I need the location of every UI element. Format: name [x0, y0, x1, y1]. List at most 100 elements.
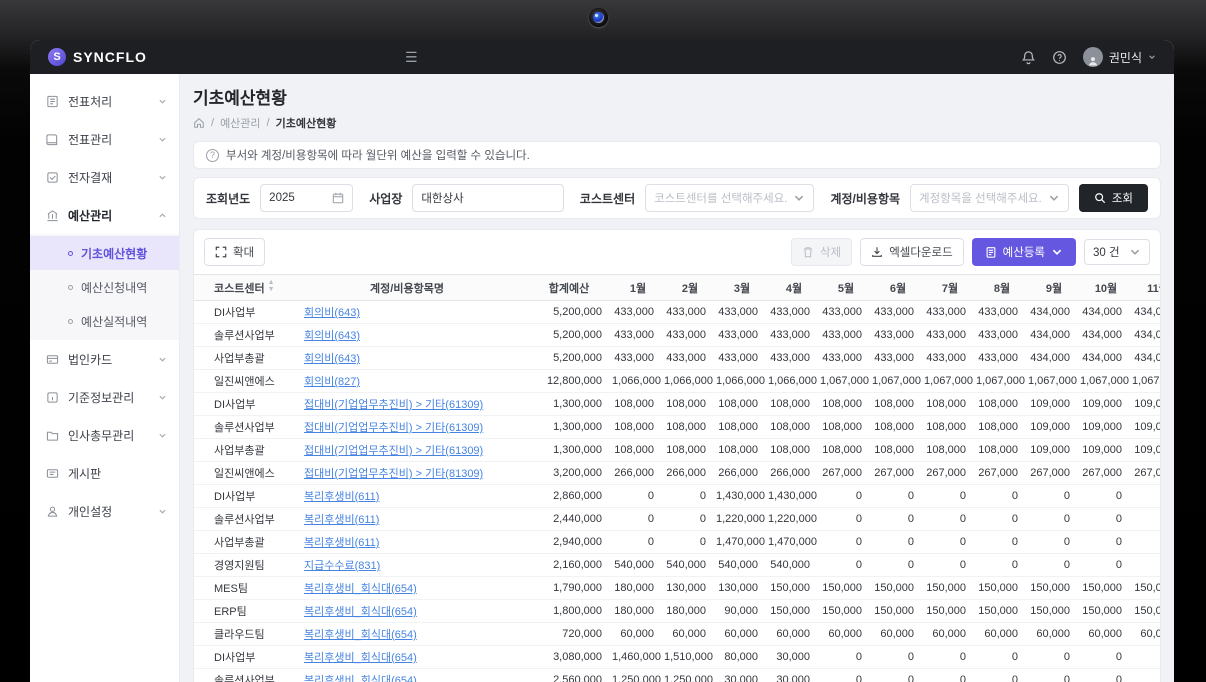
month-budget-cell: 434,000 — [1132, 346, 1160, 370]
search-button[interactable]: 조회 — [1078, 184, 1148, 212]
checkbox-cell — [194, 461, 202, 485]
account-link[interactable]: 복리후생비_회식대(654) — [304, 675, 417, 682]
breadcrumb-item[interactable]: 예산관리 — [220, 115, 260, 131]
month-budget-cell: 0 — [872, 507, 924, 531]
month-budget-cell: 108,000 — [768, 438, 820, 462]
expand-icon — [215, 246, 227, 258]
month-budget-cell: 1,067,000 — [1080, 369, 1132, 393]
account-link[interactable]: 지급수수료(831) — [304, 560, 380, 572]
month-budget-cell: 0 — [820, 484, 872, 508]
total-budget-cell: 5,200,000 — [526, 300, 612, 324]
sidebar-item-board[interactable]: 게시판 — [30, 454, 179, 492]
account-link[interactable]: 회의비(643) — [304, 307, 360, 319]
sidebar-item-budget-manage[interactable]: 예산관리 — [30, 196, 179, 234]
month-budget-cell: 150,000 — [924, 576, 976, 600]
info-banner: ? 부서와 계정/비용항목에 따라 월단위 예산을 입력할 수 있습니다. — [193, 141, 1161, 169]
sort-icon[interactable]: ▲ ▼ — [268, 279, 275, 293]
account-link[interactable]: 회의비(643) — [304, 353, 360, 365]
sidebar-item-personal-settings[interactable]: 개인설정 — [30, 492, 179, 530]
site-input[interactable]: 대한상사 — [412, 184, 564, 212]
month-budget-cell: 1,066,000 — [664, 369, 716, 393]
month-budget-cell: 0 — [924, 507, 976, 531]
sidebar-item-slip-manage[interactable]: 전표관리 — [30, 120, 179, 158]
excel-download-button[interactable]: 엑셀다운로드 — [860, 238, 964, 266]
account-link[interactable]: 복리후생비_회식대(654) — [304, 583, 417, 595]
account-link[interactable]: 복리후생비(611) — [304, 537, 379, 549]
month-budget-cell: 433,000 — [612, 323, 664, 347]
account-link[interactable]: 회의비(643) — [304, 330, 360, 342]
delete-button[interactable]: 삭제 — [791, 238, 853, 266]
month-budget-cell: 108,000 — [872, 438, 924, 462]
year-input[interactable]: 2025 — [260, 184, 354, 212]
month-budget-cell: 109,000 — [1132, 415, 1160, 439]
bullet-icon — [68, 318, 73, 324]
month-budget-cell: 109,000 — [1080, 392, 1132, 416]
chevron-down-icon — [159, 433, 166, 438]
total-budget-cell: 3,200,000 — [526, 461, 612, 485]
month-budget-cell: 434,000 — [1080, 346, 1132, 370]
column-header: 3월 — [716, 274, 768, 301]
account-link[interactable]: 복리후생비(611) — [304, 514, 379, 526]
account-link[interactable]: 복리후생비_회식대(654) — [304, 606, 417, 618]
sidebar-item-label: 개인설정 — [68, 504, 113, 519]
month-budget-cell: 434,000 — [1080, 323, 1132, 347]
account-link[interactable]: 복리후생비_회식대(654) — [304, 629, 417, 641]
total-budget-cell: 1,300,000 — [526, 438, 612, 462]
app-window: S SYNCFLO ☰ 권민식 전표처리 전표관리 전자결재 예산관리 기초예산현황 예산… — [30, 40, 1174, 682]
budget-register-button[interactable]: 예산등록 — [971, 238, 1076, 266]
menu-toggle-icon[interactable]: ☰ — [405, 50, 418, 64]
month-budget-cell: 108,000 — [820, 415, 872, 439]
costcenter-select[interactable]: 코스트센터를 선택해주세요. — [645, 184, 815, 212]
chevron-down-icon — [1049, 195, 1058, 201]
user-menu[interactable]: 권민식 — [1082, 47, 1156, 67]
month-budget-cell: 1,250,000 — [664, 668, 716, 682]
column-header: 4월 — [768, 274, 820, 301]
month-budget-cell: 108,000 — [664, 415, 716, 439]
month-budget-cell: 108,000 — [612, 415, 664, 439]
column-header[interactable]: 코스트센터▲ ▼ — [202, 274, 288, 301]
sidebar-subitem-budget-base-status[interactable]: 기초예산현황 — [30, 236, 179, 270]
column-header: 7월 — [924, 274, 976, 301]
month-budget-cell: 150,000 — [820, 576, 872, 600]
sidebar-subitem-budget-request-history[interactable]: 예산신청내역 — [30, 270, 179, 304]
sidebar-item-label: 전표처리 — [68, 94, 113, 109]
month-budget-cell: 109,000 — [1028, 392, 1080, 416]
help-icon[interactable] — [1052, 50, 1067, 65]
month-budget-cell: 0 — [1132, 645, 1160, 669]
sidebar-subitem-label: 기초예산현황 — [81, 246, 148, 261]
trash-icon — [803, 247, 813, 258]
bell-icon[interactable] — [1021, 50, 1036, 65]
account-select[interactable]: 계정항목을 선택해주세요. — [910, 184, 1069, 212]
account-link[interactable]: 접대비(기업업무추진비) > 기타(81309) — [304, 468, 483, 480]
sidebar-item-e-approval[interactable]: 전자결재 — [30, 158, 179, 196]
column-header: 6월 — [872, 274, 924, 301]
sidebar-item-slip-process[interactable]: 전표처리 — [30, 82, 179, 120]
account-link[interactable]: 복리후생비_회식대(654) — [304, 652, 417, 664]
month-budget-cell: 1,067,000 — [924, 369, 976, 393]
page-size-select[interactable]: 30 건 — [1084, 239, 1150, 265]
month-budget-cell: 433,000 — [664, 300, 716, 324]
sidebar-item-corp-card[interactable]: 법인카드 — [30, 340, 179, 378]
home-icon[interactable] — [193, 117, 205, 129]
column-header: 11월 — [1132, 274, 1160, 301]
month-budget-cell: 433,000 — [768, 300, 820, 324]
filter-bar: 조회년도 2025 사업장 대한상사 코스트센터 코스트센터를 선택해주세요. … — [193, 177, 1161, 219]
account-link[interactable]: 접대비(기업업무추진비) > 기타(61309) — [304, 422, 483, 434]
search-icon — [1094, 193, 1105, 204]
month-budget-cell: 60,000 — [924, 622, 976, 646]
sidebar-subitem-budget-actual-history[interactable]: 예산실적내역 — [30, 304, 179, 338]
account-link[interactable]: 복리후생비(611) — [304, 491, 379, 503]
account-cell: 접대비(기업업무추진비) > 기타(61309) — [288, 438, 526, 462]
month-budget-cell: 109,000 — [1132, 438, 1160, 462]
sidebar-item-master-info[interactable]: 기준정보관리 — [30, 378, 179, 416]
account-link[interactable]: 회의비(827) — [304, 376, 360, 388]
table-toolbar: 확대 삭제 엑셀다운로드 예산등록 30 건 — [194, 238, 1160, 266]
account-cell: 복리후생비_회식대(654) — [288, 668, 526, 682]
account-link[interactable]: 접대비(기업업무추진비) > 기타(61309) — [304, 399, 483, 411]
month-budget-cell: 60,000 — [976, 622, 1028, 646]
month-budget-cell: 0 — [820, 645, 872, 669]
account-link[interactable]: 접대비(기업업무추진비) > 기타(61309) — [304, 445, 483, 457]
breadcrumb-current: 기초예산현황 — [275, 118, 337, 130]
sidebar-item-hr-admin[interactable]: 인사총무관리 — [30, 416, 179, 454]
expand-button[interactable]: 확대 — [204, 238, 266, 266]
